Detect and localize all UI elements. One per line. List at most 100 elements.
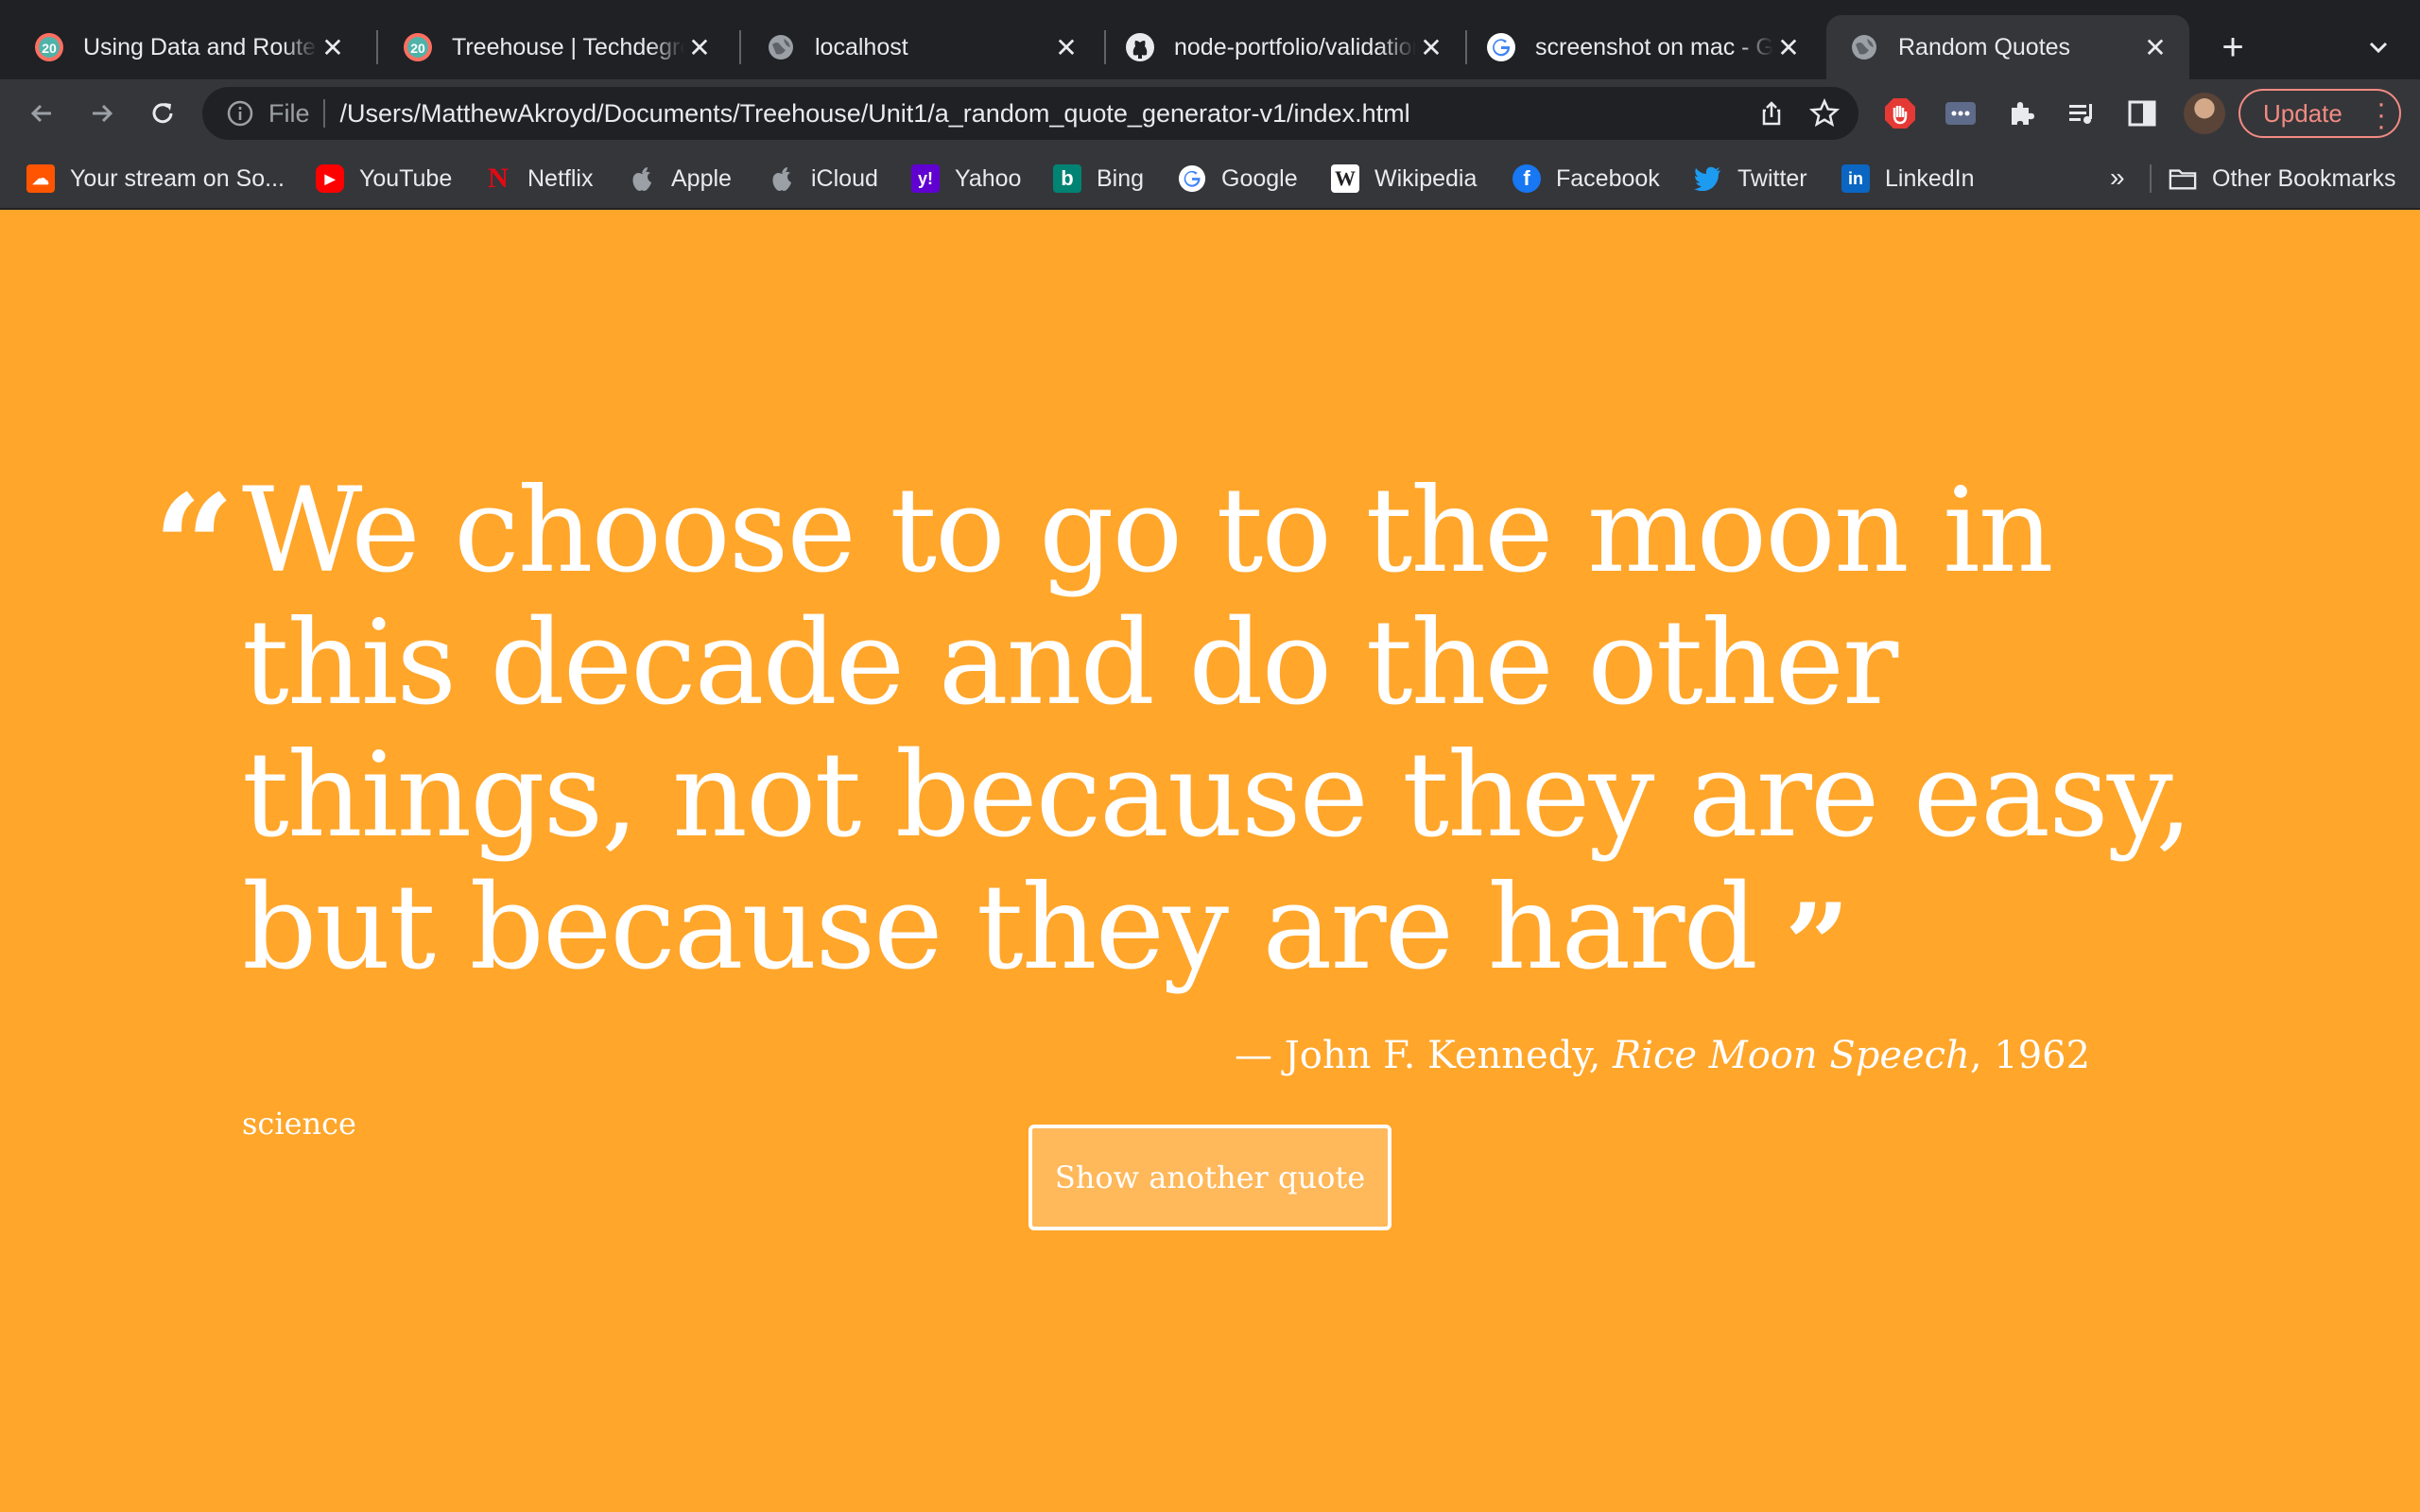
scheme-label: File: [268, 98, 310, 128]
tab-treehouse[interactable]: 20 Treehouse | Techdegree ✕: [378, 15, 734, 79]
media-queue-icon[interactable]: [2059, 91, 2104, 136]
bookmark-label: Yahoo: [955, 164, 1022, 192]
tab-title: Random Quotes: [1898, 33, 2071, 60]
bookmark-other-folder[interactable]: Other Bookmarks: [2169, 161, 2396, 197]
quote-text: We choose to go to the moon in this deca…: [242, 463, 2208, 1003]
treehouse-20-icon: 20: [34, 32, 64, 62]
bookmark-soundcloud[interactable]: ☁ Your stream on So...: [26, 161, 285, 197]
close-icon[interactable]: ✕: [318, 32, 348, 62]
url-text[interactable]: /Users/MatthewAkroyd/Documents/Treehouse…: [340, 99, 1410, 129]
close-icon[interactable]: ✕: [1773, 32, 1804, 62]
close-quote-mark: ”: [1784, 879, 1850, 1012]
address-bar[interactable]: File /Users/MatthewAkroyd/Documents/Tree…: [202, 87, 1858, 140]
globe-icon: [1849, 32, 1879, 62]
tab-random-quotes[interactable]: Random Quotes ✕: [1826, 15, 2189, 79]
bing-icon: b: [1053, 164, 1081, 193]
open-quote-mark: “: [153, 464, 235, 630]
bookmark-linkedin[interactable]: in LinkedIn: [1841, 161, 1975, 197]
tab-title: localhost: [815, 33, 908, 60]
quote-citation: Rice Moon Speech: [1613, 1034, 1970, 1077]
tab-localhost[interactable]: localhost ✕: [741, 15, 1100, 79]
treehouse-20-icon: 20: [403, 32, 433, 62]
bookmark-twitter[interactable]: Twitter: [1694, 161, 1807, 197]
bookmark-label: Wikipedia: [1374, 164, 1478, 192]
more-bookmarks-button[interactable]: »: [2110, 163, 2125, 193]
quote-tag: science: [242, 1106, 356, 1142]
google-icon: [1486, 32, 1516, 62]
bookmark-label: Other Bookmarks: [2212, 164, 2396, 192]
close-icon[interactable]: ✕: [2140, 32, 2170, 62]
svg-text:20: 20: [42, 41, 57, 56]
arrow-right-icon: [93, 104, 113, 123]
tab-title: Using Data and Route Pa: [83, 33, 318, 60]
side-panel-icon[interactable]: [2119, 91, 2165, 136]
tab-title: Treehouse | Techdegree: [452, 33, 684, 60]
avatar[interactable]: [2184, 93, 2225, 134]
github-icon: [1125, 32, 1155, 62]
update-label: Update: [2263, 98, 2342, 128]
omnibox-divider: [322, 99, 325, 128]
bookmark-label: LinkedIn: [1885, 164, 1975, 192]
google-icon: [1178, 164, 1206, 193]
tab-title: node-portfolio/validation: [1174, 33, 1416, 60]
bookmark-label: Your stream on So...: [70, 164, 285, 192]
bookmark-icloud[interactable]: iCloud: [768, 161, 878, 197]
bookmarks-bar: ☁ Your stream on So... ▶ YouTube N Netfl…: [0, 147, 2420, 210]
show-another-quote-button[interactable]: Show another quote: [1028, 1125, 1392, 1230]
close-icon[interactable]: ✕: [1051, 32, 1081, 62]
bookmark-youtube[interactable]: ▶ YouTube: [316, 161, 452, 197]
share-icon[interactable]: [1753, 94, 1790, 132]
tab-title: screenshot on mac - Goo: [1535, 33, 1773, 60]
tab-strip: 20 Using Data and Route Pa ✕ 20 Treehous…: [0, 0, 2420, 79]
bookmark-apple[interactable]: Apple: [628, 161, 732, 197]
youtube-icon: ▶: [316, 164, 344, 193]
adblock-extension-icon[interactable]: [1877, 91, 1923, 136]
bookmark-bing[interactable]: b Bing: [1053, 161, 1144, 197]
bookmark-label: iCloud: [811, 164, 878, 192]
chevron-down-icon[interactable]: [2360, 28, 2397, 66]
tab-google-search[interactable]: screenshot on mac - Goo ✕: [1467, 15, 1823, 79]
netflix-icon: N: [488, 163, 509, 194]
puzzle-icon[interactable]: [1998, 91, 2044, 136]
bookmark-facebook[interactable]: f Facebook: [1512, 161, 1660, 197]
yahoo-icon: y!: [911, 164, 940, 193]
extension-dots-icon[interactable]: [1938, 91, 1983, 136]
bookmarks-divider: [2150, 164, 2152, 193]
tab-github[interactable]: node-portfolio/validation ✕: [1106, 15, 1465, 79]
close-icon[interactable]: ✕: [684, 32, 715, 62]
bookmark-label: Apple: [671, 164, 732, 192]
bookmark-wikipedia[interactable]: W Wikipedia: [1331, 161, 1477, 197]
forward-button[interactable]: [79, 91, 125, 136]
svg-text:20: 20: [410, 41, 425, 56]
star-icon[interactable]: [1806, 94, 1843, 132]
bookmark-label: Google: [1221, 164, 1298, 192]
apple-icon: [768, 164, 796, 193]
arrow-left-icon: [30, 104, 51, 123]
bookmark-label: Netflix: [527, 164, 594, 192]
bookmark-netflix[interactable]: N Netflix: [484, 161, 593, 197]
bookmark-label: YouTube: [359, 164, 453, 192]
wikipedia-icon: W: [1331, 164, 1359, 193]
update-button[interactable]: Update · · ·: [2238, 88, 2401, 142]
globe-icon: [766, 32, 796, 62]
quote-body: We choose to go to the moon in this deca…: [242, 463, 2193, 996]
quote-source: — John F. Kennedy, Rice Moon Speech, 196…: [1235, 1034, 2090, 1077]
close-icon[interactable]: ✕: [1416, 32, 1446, 62]
twitter-icon: [1694, 164, 1722, 193]
bookmark-yahoo[interactable]: y! Yahoo: [911, 161, 1021, 197]
back-button[interactable]: [19, 91, 64, 136]
browser-toolbar: File /Users/MatthewAkroyd/Documents/Tree…: [0, 79, 2420, 147]
reload-icon: [152, 103, 173, 124]
bookmark-label: Twitter: [1737, 164, 1807, 192]
apple-icon: [628, 164, 656, 193]
new-tab-button[interactable]: +: [2212, 26, 2254, 68]
folder-icon: [2169, 164, 2197, 193]
info-icon[interactable]: [225, 98, 255, 129]
tab-using-data[interactable]: 20 Using Data and Route Pa ✕: [0, 15, 367, 79]
soundcloud-icon: ☁: [26, 164, 55, 193]
more-vert-icon: · · ·: [2377, 88, 2386, 142]
bookmark-google[interactable]: Google: [1178, 161, 1298, 197]
quote-year: , 1962: [1969, 1034, 2091, 1077]
page-content: “ We choose to go to the moon in this de…: [0, 210, 2420, 1512]
reload-button[interactable]: [140, 91, 185, 136]
